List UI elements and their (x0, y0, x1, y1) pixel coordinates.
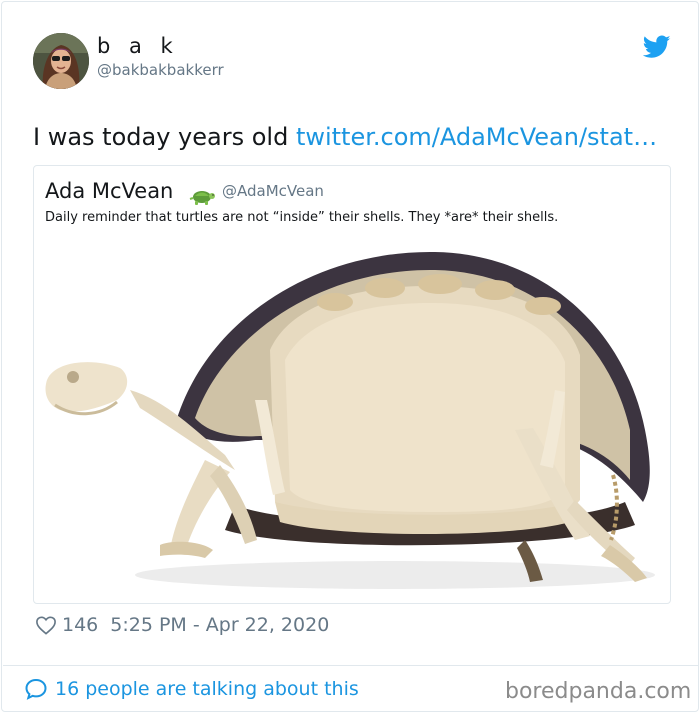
tweet-timestamp[interactable]: 5:25 PM - Apr 22, 2020 (110, 614, 329, 636)
tweet-link[interactable]: twitter.com/AdaMcVean/stat… (296, 123, 657, 151)
boredpanda-watermark: boredpanda.com (505, 679, 692, 704)
quoted-text: Daily reminder that turtles are not “ins… (45, 210, 559, 225)
conversation-text[interactable]: 16 people are talking about this (55, 678, 359, 700)
turtle-skeleton-image[interactable] (35, 240, 669, 602)
author-display-name[interactable]: b a k (97, 34, 179, 58)
twitter-bird-icon[interactable] (643, 35, 671, 59)
like-count[interactable]: 146 (62, 614, 98, 636)
quoted-display-name[interactable]: Ada McVean (45, 179, 173, 203)
tweet-text: I was today years old twitter.com/AdaMcV… (33, 123, 657, 151)
author-avatar[interactable] (33, 33, 89, 89)
quoted-handle[interactable]: @AdaMcVean (222, 182, 324, 200)
tweet-meta: 146 5:25 PM - Apr 22, 2020 (35, 614, 329, 636)
avatar-image (33, 33, 89, 89)
tweet-body: I was today years old (33, 123, 296, 151)
tweet-card: b a k @bakbakbakkerr I was today years o… (1, 1, 699, 712)
author-handle[interactable]: @bakbakbakkerr (97, 61, 224, 79)
speech-bubble-icon (25, 678, 47, 700)
turtle-emoji-icon (189, 191, 215, 205)
heart-icon[interactable] (35, 615, 57, 635)
footer-divider (3, 665, 699, 666)
quoted-tweet[interactable]: Ada McVean @AdaMcVean Daily reminder tha… (33, 165, 671, 604)
conversation-link[interactable]: 16 people are talking about this (24, 677, 359, 701)
